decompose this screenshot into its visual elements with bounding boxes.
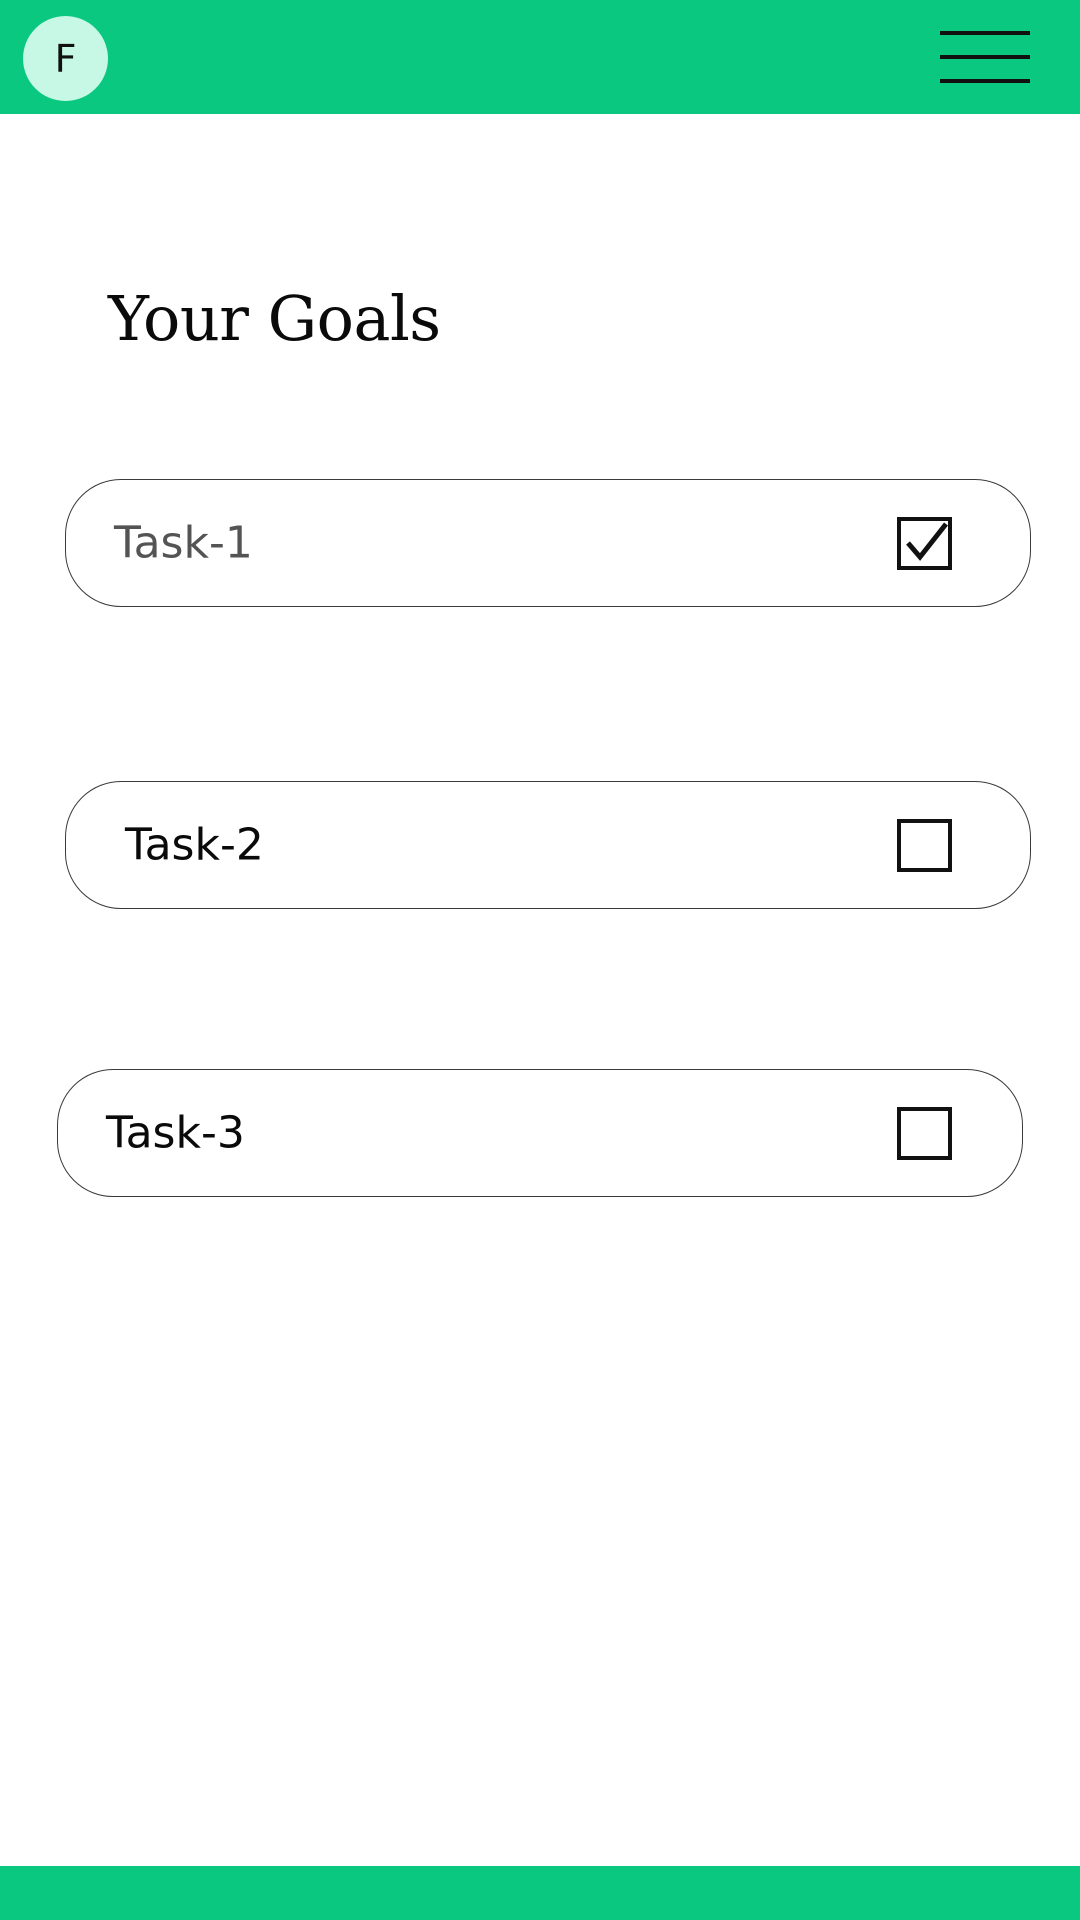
page-title: Your Goals xyxy=(108,282,441,355)
task-item[interactable]: Task-3 xyxy=(57,1069,1023,1197)
hamburger-menu-icon xyxy=(940,31,1030,83)
checkmark-icon xyxy=(906,522,948,561)
task-checkbox-checked[interactable] xyxy=(897,517,952,570)
avatar[interactable]: F xyxy=(23,16,108,101)
task-label: Task-3 xyxy=(106,1107,245,1159)
task-item[interactable]: Task-2 xyxy=(65,781,1031,909)
task-checkbox[interactable] xyxy=(897,819,952,872)
avatar-initial: F xyxy=(54,36,77,81)
task-checkbox[interactable] xyxy=(897,1107,952,1160)
task-label: Task-1 xyxy=(114,517,253,569)
menu-button[interactable] xyxy=(938,28,1032,86)
top-app-bar: F xyxy=(0,0,1080,114)
task-label: Task-2 xyxy=(125,819,264,871)
bottom-bar xyxy=(0,1866,1080,1920)
task-item[interactable]: Task-1 xyxy=(65,479,1031,607)
